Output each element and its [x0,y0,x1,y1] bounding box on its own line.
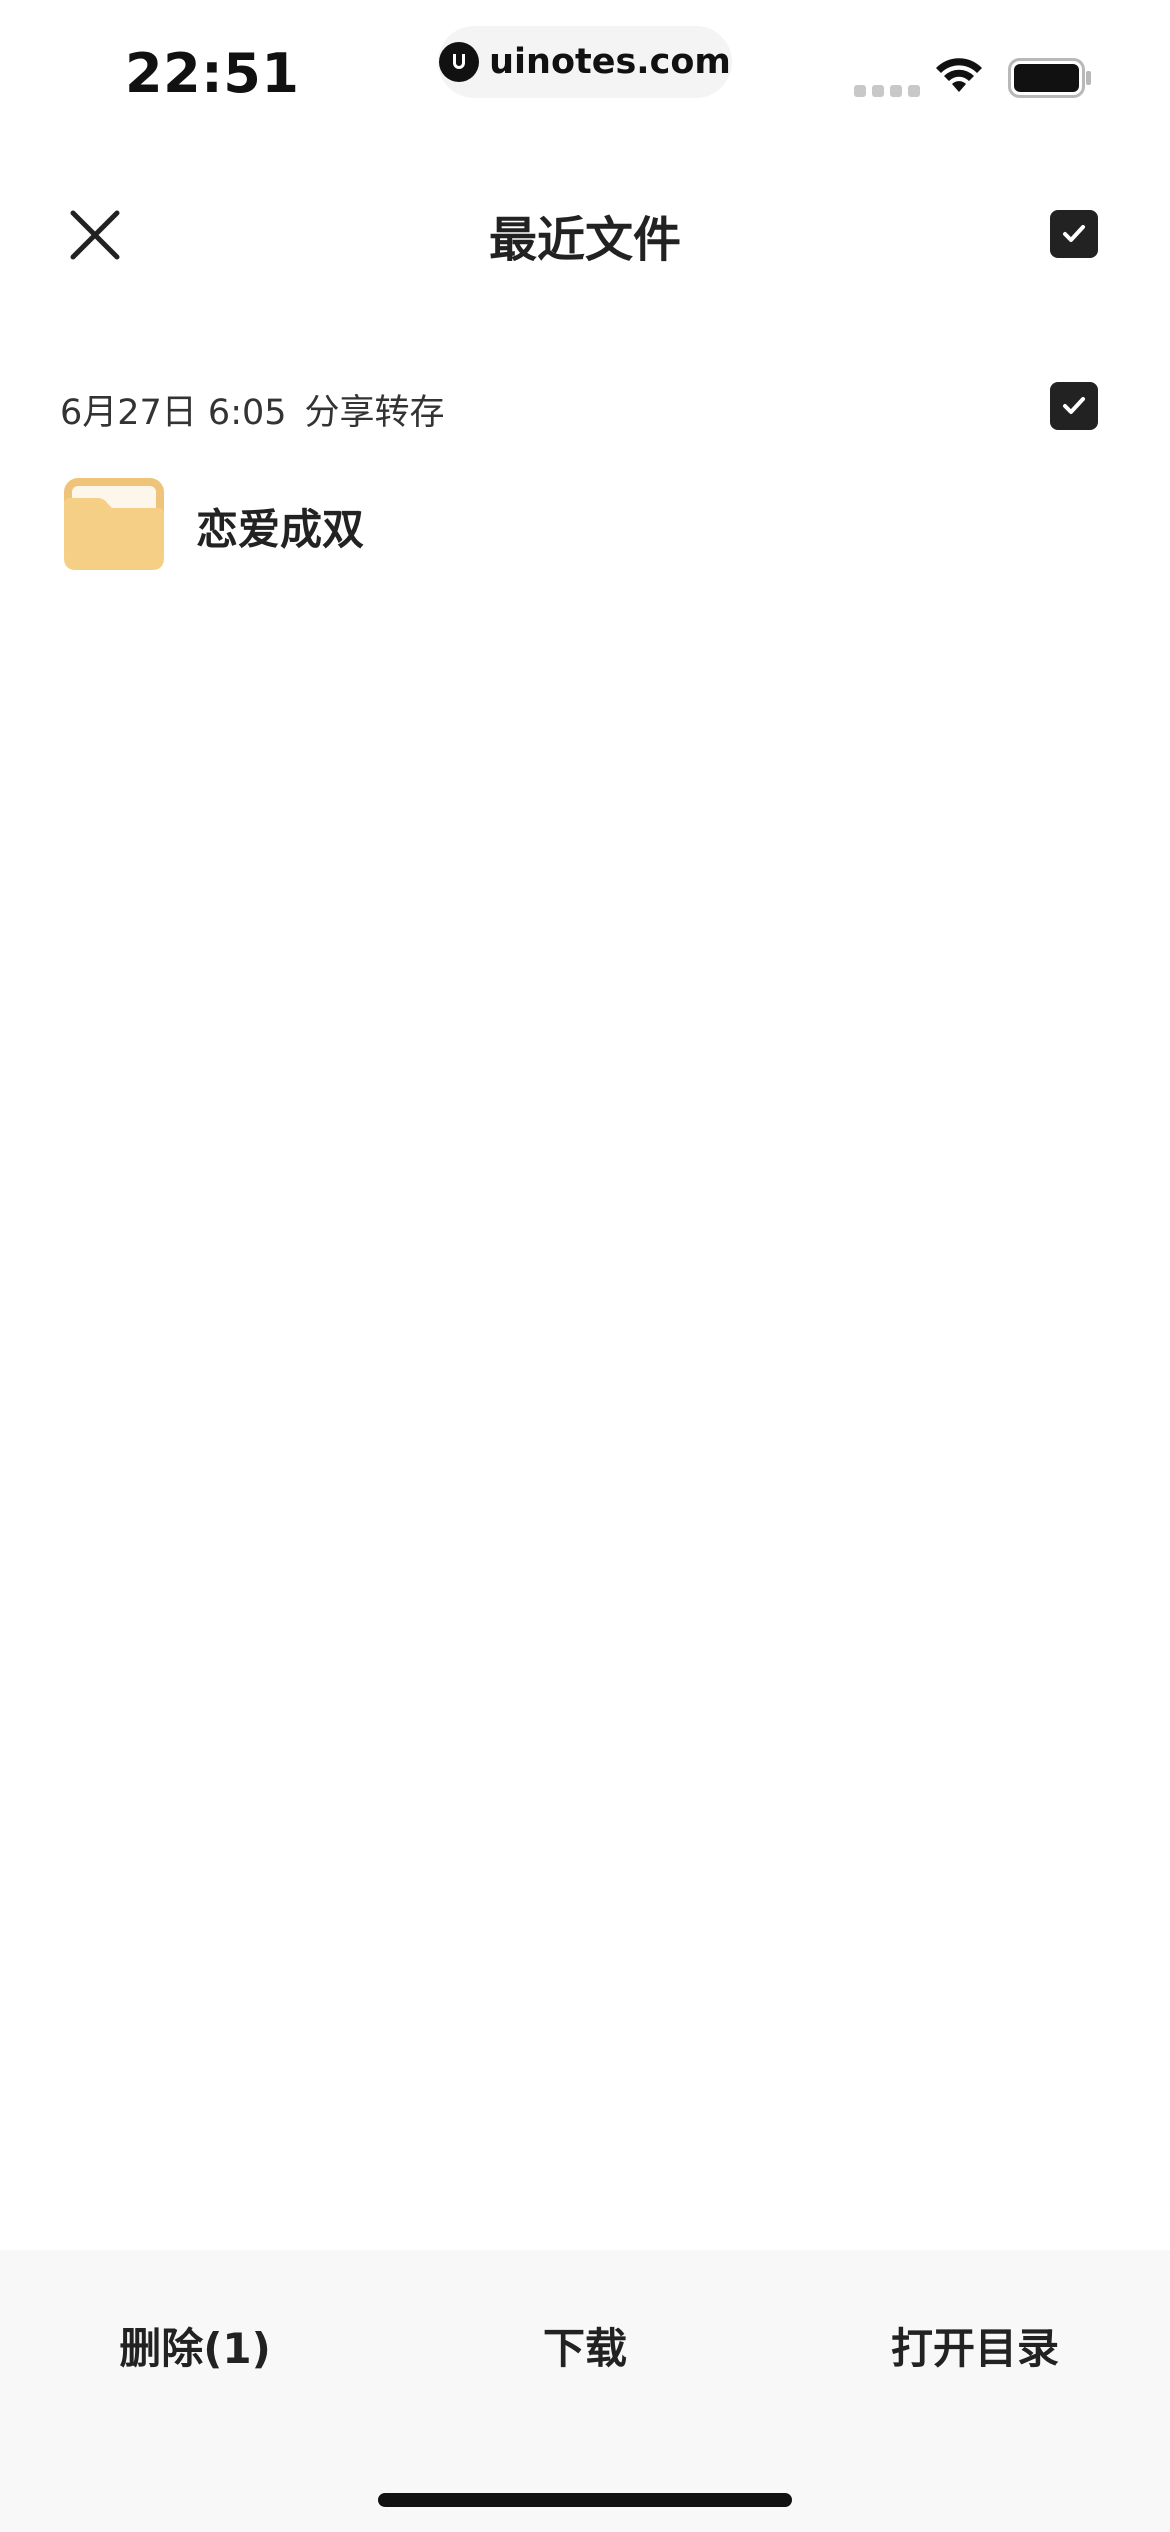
group-select-checkbox[interactable] [1050,382,1098,430]
url-text: uinotes.com [489,42,731,82]
group-date-label: 6月27日 6:05 分享转存 [60,384,445,435]
group-date: 6月27日 6:05 [60,393,287,433]
page-title: 最近文件 [488,212,681,268]
status-time: 22:51 [125,42,300,105]
checkmark-icon [1063,397,1085,414]
url-pill[interactable]: uinotes.com [438,26,732,98]
cellular-signal-icon [854,85,920,97]
site-logo-icon [439,42,480,82]
header: 最近文件 [0,170,1170,290]
folder-icon [64,478,164,570]
open-directory-button[interactable]: 打开目录 [860,2315,1090,2376]
bottom-toolbar: 删除(1) 下载 打开目录 [0,2250,1170,2532]
delete-button[interactable]: 删除(1) [80,2315,310,2376]
group-source: 分享转存 [304,393,445,433]
download-button[interactable]: 下载 [470,2315,700,2376]
file-group-header: 6月27日 6:05 分享转存 [0,370,1170,440]
file-name: 恋爱成双 [196,505,365,554]
battery-icon [1008,58,1092,102]
select-all-checkbox[interactable] [1050,210,1098,258]
home-indicator[interactable] [378,2493,792,2507]
wifi-icon [934,56,984,98]
checkmark-icon [1063,225,1085,242]
status-bar: 22:51 uinotes.com [0,0,1170,140]
list-item[interactable]: 恋爱成双 [0,470,1170,580]
